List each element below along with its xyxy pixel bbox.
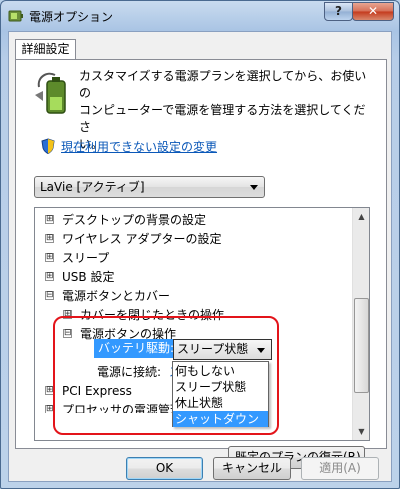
tree-item-desktop-background[interactable]: ⊞ デスクトップの背景の設定 (45, 211, 206, 230)
tree-item-sleep[interactable]: ⊞ スリープ (45, 249, 109, 268)
tree-item-label: デスクトップの背景の設定 (62, 213, 207, 227)
expand-icon[interactable]: ⊞ (45, 215, 54, 224)
expand-icon[interactable]: ⊞ (45, 253, 54, 262)
change-unavailable-settings-link[interactable]: 現在利用できない設定の変更 (61, 138, 217, 155)
tree-item-label: 電源ボタンとカバー (62, 289, 171, 303)
expand-icon[interactable]: ⊞ (45, 234, 54, 243)
tree-vertical-scrollbar[interactable]: ▲ ▼ (352, 208, 369, 440)
chevron-down-icon (250, 185, 258, 190)
annotation-highlight-box (53, 316, 279, 435)
battery-plan-icon (35, 72, 66, 114)
close-button[interactable]: ✕ (352, 2, 394, 21)
help-button[interactable]: ? (324, 2, 353, 21)
tree-item-power-buttons-and-lid[interactable]: ⊟ 電源ボタンとカバー (45, 287, 170, 306)
tree-item-usb-settings[interactable]: ⊞ USB 設定 (45, 268, 114, 287)
cancel-button[interactable]: キャンセル (213, 457, 291, 480)
expand-icon[interactable]: ⊞ (45, 272, 54, 281)
scroll-up-icon[interactable]: ▲ (354, 208, 369, 225)
scroll-down-icon[interactable]: ▼ (354, 423, 369, 440)
ok-button[interactable]: OK (126, 457, 203, 480)
power-plan-select[interactable]: LaVie [アクティブ] (34, 176, 265, 198)
tree-item-label: ワイヤレス アダプターの設定 (62, 232, 222, 246)
uac-shield-icon (41, 138, 55, 154)
tree-item-label: スリープ (62, 251, 110, 265)
apply-button[interactable]: 適用(A) (301, 457, 379, 480)
tab-advanced-settings[interactable]: 詳細設定 (15, 39, 76, 60)
power-plan-select-value: LaVie [アクティブ] (40, 180, 145, 194)
tree-item-label: USB 設定 (62, 270, 115, 284)
power-options-icon (8, 10, 23, 22)
window-title: 電源オプション (29, 10, 114, 24)
power-options-window: 電源オプション ? ✕ 詳細設定 カスタマイズする電源プランを選択してから、お使… (0, 0, 400, 489)
tree-item-wireless-adapter[interactable]: ⊞ ワイヤレス アダプターの設定 (45, 230, 221, 249)
title-bar[interactable]: 電源オプション ? ✕ (1, 1, 399, 31)
collapse-icon[interactable]: ⊟ (45, 291, 54, 300)
scrollbar-thumb[interactable] (354, 298, 369, 393)
